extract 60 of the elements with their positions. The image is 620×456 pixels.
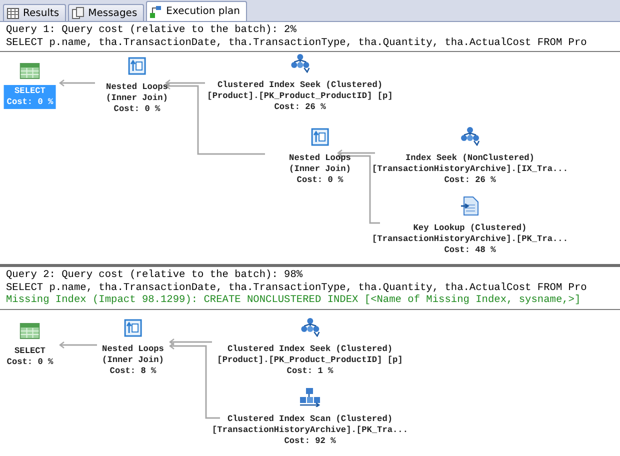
operator-detail: (Inner Join) xyxy=(106,93,168,104)
connector-arrow xyxy=(59,80,95,86)
operator-detail: (Inner Join) xyxy=(102,354,164,366)
hierarchy-icon xyxy=(289,53,311,73)
hierarchy-icon xyxy=(299,316,321,336)
operator-label-block[interactable]: Key Lookup (Clustered) [TransactionHistoryArchive].[PK_Tra... Cost: 48 % xyxy=(369,222,571,257)
operator-name: Nested Loops xyxy=(106,82,168,93)
cost-label: Cost: 92 % xyxy=(284,436,336,446)
operator-name: Clustered Index Seek (Clustered) xyxy=(227,344,393,354)
cost-label: Cost: 0 % xyxy=(6,97,54,108)
operator-label-block[interactable]: Index Seek (NonClustered) [TransactionHistoryArchive].[IX_Tra... Cost: 26 % xyxy=(369,152,571,187)
scan-icon xyxy=(299,386,321,406)
tab[interactable]: Execution plan xyxy=(146,1,247,21)
table-icon xyxy=(20,63,40,79)
grid-icon xyxy=(7,8,19,18)
operator-label-block[interactable]: Clustered Index Scan (Clustered) [TransactionHistoryArchive].[PK_Tra... Cost: 92 % xyxy=(209,412,411,448)
operator-name: SELECT xyxy=(14,86,46,97)
operator-label-block[interactable]: Nested Loops (Inner Join) Cost: 0 % xyxy=(103,81,171,116)
loop-join-icon xyxy=(311,128,329,146)
tab[interactable]: Results xyxy=(3,4,66,21)
operator-label-block[interactable]: Nested Loops (Inner Join) Cost: 8 % xyxy=(99,342,167,378)
cost-label: Cost: 48 % xyxy=(444,245,496,256)
hierarchy-icon xyxy=(459,126,481,146)
cost-label: Cost: 0 % xyxy=(114,104,160,115)
operator-name: Nested Loops xyxy=(102,344,164,354)
operator-detail: [TransactionHistoryArchive].[PK_Tra... xyxy=(212,424,408,436)
operator-name: Clustered Index Seek (Clustered) xyxy=(217,80,383,91)
operator-detail: [TransactionHistoryArchive].[PK_Tra... xyxy=(372,234,568,245)
tab[interactable]: Messages xyxy=(68,4,144,21)
operator-name: Key Lookup (Clustered) xyxy=(413,223,527,234)
sql-text: SELECT p.name, tha.TransactionDate, tha.TransactionType, tha.Quantity, tha.ActualCost FROM Pro xyxy=(6,36,587,49)
plan-icon xyxy=(150,4,162,18)
operator-label-block[interactable]: Clustered Index Seek (Clustered) [Product].[PK_Product_ProductID] [p] Cost: 26 % xyxy=(204,79,396,114)
loop-join-icon xyxy=(124,318,142,336)
operator-detail: [Product].[PK_Product_ProductID] [p] xyxy=(207,91,393,102)
cost-label: Cost: 8 % xyxy=(110,366,156,376)
query-cost-text: Query 2: Query cost (relative to the batch): 98% xyxy=(6,269,303,282)
operator-label-block[interactable]: Nested Loops (Inner Join) Cost: 0 % xyxy=(286,152,354,187)
operator-detail: (Inner Join) xyxy=(289,164,351,175)
document-icon xyxy=(72,7,84,19)
document-icon xyxy=(461,196,479,216)
operator-name: Nested Loops xyxy=(289,153,351,164)
operator-name: Clustered Index Scan (Clustered) xyxy=(227,414,392,424)
operator-detail: [Product].[PK_Product_ProductID] [p] xyxy=(217,354,403,366)
cost-label: Cost: 0 % xyxy=(6,356,54,368)
loop-join-icon xyxy=(128,57,146,75)
connector-arrow xyxy=(59,341,97,348)
cost-label: Cost: 0 % xyxy=(296,175,344,186)
operator-name: SELECT xyxy=(14,346,46,356)
missing-index-text: Missing Index (Impact 98.1299): CREATE NONCLUSTERED INDEX [<Name of Missing Index, sysname,>] xyxy=(6,294,581,306)
operator-label-block[interactable]: SELECT Cost: 0 % xyxy=(4,344,56,368)
operator-label-block[interactable]: Clustered Index Seek (Clustered) [Product].[PK_Product_ProductID] [p] Cost: 1 % xyxy=(214,342,406,378)
cost-label: Cost: 1 % xyxy=(286,366,334,376)
operator-name: Index Seek (NonClustered) xyxy=(406,153,534,164)
query-cost-text: Query 1: Query cost (relative to the batch): 2% xyxy=(6,24,296,36)
cost-label: Cost: 26 % xyxy=(444,175,496,186)
cost-label: Cost: 26 % xyxy=(274,102,326,113)
operator-detail: [TransactionHistoryArchive].[IX_Tra... xyxy=(372,164,568,175)
sql-text: SELECT p.name, tha.TransactionDate, tha.TransactionType, tha.Quantity, tha.ActualCost FROM Pro xyxy=(6,282,587,294)
table-icon xyxy=(20,322,40,338)
